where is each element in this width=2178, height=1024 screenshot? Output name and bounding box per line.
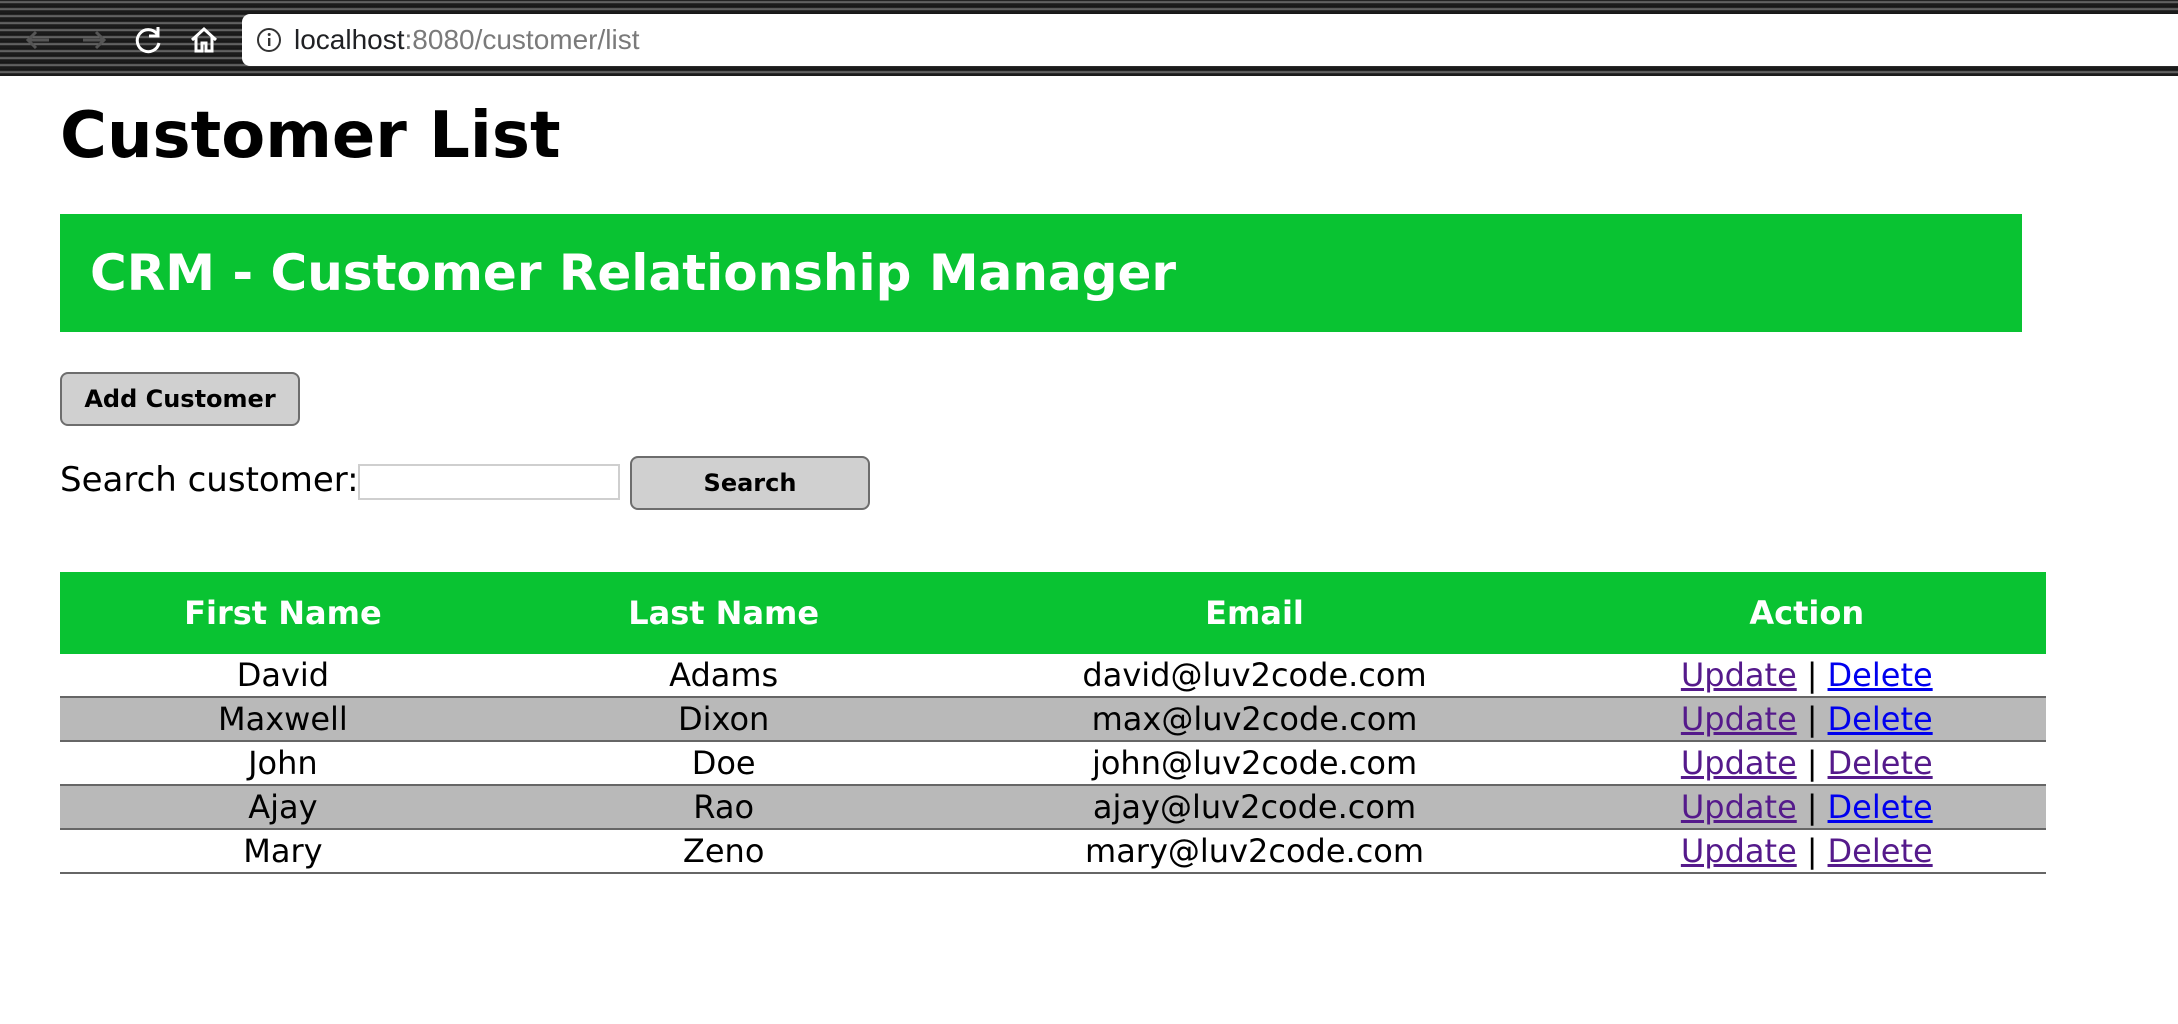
cell-first-name: John [60,741,506,786]
cell-first-name: Ajay [60,785,506,830]
cell-email: mary@luv2code.com [941,829,1568,874]
delete-link[interactable]: Delete [1828,656,1933,694]
cell-action: Update | Delete [1567,741,2046,786]
update-link[interactable]: Update [1681,832,1797,870]
table-row: John Doe john@luv2code.com Update | Delete [60,741,2046,786]
customer-table: First Name Last Name Email Action David … [60,572,2046,874]
cell-last-name: Rao [505,785,942,830]
table-row: Mary Zeno mary@luv2code.com Update | Delet… [60,829,2046,874]
cell-action: Update | Delete [1567,654,2046,698]
cell-last-name: Zeno [505,829,942,874]
home-icon[interactable] [184,20,224,60]
action-separator: | [1806,788,1818,826]
delete-link[interactable]: Delete [1828,832,1933,870]
add-customer-button[interactable]: Add Customer [60,372,300,426]
action-separator: | [1806,656,1818,694]
cell-first-name: Mary [60,829,506,874]
address-bar[interactable]: localhost:8080/customer/list [242,14,2178,66]
cell-last-name: Doe [505,741,942,786]
table-row: David Adams david@luv2code.com Update | De… [60,654,2046,698]
search-label: Search customer: [60,460,359,500]
url-host: localhost [294,24,405,55]
cell-last-name: Dixon [505,697,942,742]
url-text[interactable]: localhost:8080/customer/list [294,24,640,56]
cell-action: Update | Delete [1567,785,2046,830]
cell-email: ajay@luv2code.com [941,785,1568,830]
info-icon[interactable] [254,25,284,55]
table-row: Ajay Rao ajay@luv2code.com Update | Delete [60,785,2046,830]
action-separator: | [1806,700,1818,738]
update-link[interactable]: Update [1681,700,1797,738]
cell-last-name: Adams [505,654,942,698]
action-separator: | [1806,832,1818,870]
cell-first-name: David [60,654,506,698]
browser-toolbar: localhost:8080/customer/list [0,0,2178,76]
column-header-email: Email [941,572,1568,654]
update-link[interactable]: Update [1681,744,1797,782]
cell-email: max@luv2code.com [941,697,1568,742]
cell-email: david@luv2code.com [941,654,1568,698]
delete-link[interactable]: Delete [1828,700,1933,738]
table-row: Maxwell Dixon max@luv2code.com Update | De… [60,697,2046,742]
delete-link[interactable]: Delete [1828,744,1933,782]
update-link[interactable]: Update [1681,788,1797,826]
crm-header: CRM - Customer Relationship Manager [60,214,2022,332]
search-input[interactable] [358,464,620,500]
crm-header-title: CRM - Customer Relationship Manager [90,244,1177,302]
search-button[interactable]: Search [630,456,870,510]
delete-link[interactable]: Delete [1828,788,1933,826]
page-title: Customer List [60,99,561,173]
cell-action: Update | Delete [1567,829,2046,874]
cell-action: Update | Delete [1567,697,2046,742]
action-separator: | [1806,744,1818,782]
url-path: :8080/customer/list [404,24,640,55]
column-header-last-name: Last Name [505,572,942,654]
cell-first-name: Maxwell [60,697,506,742]
table-header-row: First Name Last Name Email Action [60,572,2046,654]
update-link[interactable]: Update [1681,656,1797,694]
column-header-first-name: First Name [60,572,506,654]
reload-icon[interactable] [128,20,168,60]
forward-arrow-icon[interactable] [74,20,114,60]
column-header-action: Action [1567,572,2046,654]
back-arrow-icon[interactable] [18,20,58,60]
cell-email: john@luv2code.com [941,741,1568,786]
